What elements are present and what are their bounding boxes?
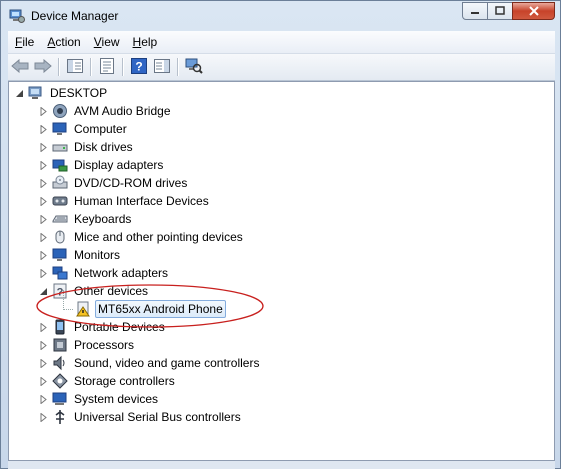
- menu-file[interactable]: File: [8, 35, 40, 49]
- expanded-arrow-icon[interactable]: [15, 89, 24, 98]
- collapsed-arrow-icon[interactable]: [39, 322, 48, 332]
- tree-item-network-adapters[interactable]: Network adapters: [39, 264, 170, 282]
- tree-item-disk-drives[interactable]: Disk drives: [39, 138, 135, 156]
- tree-item-avm-audio-bridge[interactable]: AVM Audio Bridge: [39, 102, 173, 120]
- tree-root-label: DESKTOP: [50, 86, 108, 100]
- title-bar[interactable]: Device Manager: [1, 1, 560, 31]
- collapsed-arrow-icon[interactable]: [39, 412, 48, 422]
- tree-item-system-devices[interactable]: System devices: [39, 390, 160, 408]
- collapsed-arrow-icon[interactable]: [39, 214, 48, 224]
- collapsed-arrow-icon[interactable]: [39, 196, 48, 206]
- window-title: Device Manager: [31, 9, 119, 23]
- collapsed-arrow-icon[interactable]: [39, 142, 48, 152]
- computer-icon: [28, 85, 44, 101]
- show-hide-console-tree-button[interactable]: [64, 56, 86, 78]
- processor-icon: [52, 337, 68, 353]
- toolbar-separator: [177, 58, 178, 76]
- tree-item-mice[interactable]: Mice and other pointing devices: [39, 228, 245, 246]
- show-hide-console-tree-icon: [67, 58, 83, 76]
- tree-connector-line: [63, 290, 65, 310]
- menu-view[interactable]: View: [87, 35, 126, 49]
- action-pane-icon: [154, 58, 170, 76]
- toolbar-separator: [58, 58, 59, 76]
- back-arrow-icon: [11, 58, 29, 76]
- tree-item-portable-devices[interactable]: Portable Devices: [39, 318, 167, 336]
- toolbar-separator: [90, 58, 91, 76]
- tree-item-display-adapters[interactable]: Display adapters: [39, 156, 165, 174]
- tree-item-processors[interactable]: Processors: [39, 336, 136, 354]
- expanded-arrow-icon[interactable]: [39, 287, 48, 296]
- collapsed-arrow-icon[interactable]: [39, 340, 48, 350]
- window-controls: [462, 2, 555, 20]
- selected-device-label: MT65xx Android Phone: [95, 300, 226, 318]
- tree-item-other-devices[interactable]: ? Other devices: [39, 282, 150, 300]
- collapsed-arrow-icon[interactable]: [39, 178, 48, 188]
- system-device-icon: [52, 391, 68, 407]
- tree-item-monitors[interactable]: Monitors: [39, 246, 122, 264]
- action-pane-button[interactable]: [151, 56, 173, 78]
- scan-hardware-button[interactable]: [183, 56, 205, 78]
- back-button[interactable]: [9, 56, 31, 78]
- menu-help[interactable]: Help: [126, 35, 164, 49]
- collapsed-arrow-icon[interactable]: [39, 250, 48, 260]
- help-button[interactable]: ?: [128, 56, 150, 78]
- tree-root[interactable]: DESKTOP: [15, 84, 109, 102]
- properties-button[interactable]: [96, 56, 118, 78]
- menu-action[interactable]: Action: [40, 35, 86, 49]
- tree-item-keyboards[interactable]: Keyboards: [39, 210, 133, 228]
- display-adapter-icon: [52, 157, 68, 173]
- close-button[interactable]: [512, 2, 555, 20]
- tree-item-human-interface-devices[interactable]: Human Interface Devices: [39, 192, 211, 210]
- hid-icon: [52, 193, 68, 209]
- warning-device-icon: [75, 301, 91, 317]
- storage-controller-icon: [52, 373, 68, 389]
- collapsed-arrow-icon[interactable]: [39, 268, 48, 278]
- speaker-icon: [52, 103, 68, 119]
- collapsed-arrow-icon[interactable]: [39, 376, 48, 386]
- tree-item-storage-controllers[interactable]: Storage controllers: [39, 372, 177, 390]
- toolbar: ?: [8, 54, 555, 81]
- device-manager-icon: [9, 8, 25, 24]
- unknown-device-icon: ?: [52, 283, 68, 299]
- tree-item-dvd-cd-rom-drives[interactable]: DVD/CD-ROM drives: [39, 174, 189, 192]
- device-manager-window: Device Manager File Action View Help ? D…: [0, 0, 561, 469]
- monitor-icon: [52, 121, 68, 137]
- portable-device-icon: [52, 319, 68, 335]
- collapsed-arrow-icon[interactable]: [39, 160, 48, 170]
- optical-drive-icon: [52, 175, 68, 191]
- help-icon: ?: [131, 57, 147, 77]
- tree-connector-line: [63, 309, 73, 311]
- properties-icon: [100, 57, 114, 77]
- tree-item-computer[interactable]: Computer: [39, 120, 129, 138]
- toolbar-separator: [122, 58, 123, 76]
- scan-hardware-icon: [185, 58, 203, 77]
- tree-item-mt65xx-android-phone[interactable]: MT65xx Android Phone: [75, 300, 226, 318]
- minimize-button[interactable]: [462, 2, 488, 20]
- forward-button[interactable]: [32, 56, 54, 78]
- maximize-button[interactable]: [487, 2, 513, 20]
- svg-text:?: ?: [135, 59, 142, 73]
- monitor-icon: [52, 247, 68, 263]
- disk-drive-icon: [52, 139, 68, 155]
- collapsed-arrow-icon[interactable]: [39, 394, 48, 404]
- device-tree[interactable]: DESKTOP AVM Audio Bridge Computer Disk d…: [8, 81, 555, 461]
- tree-item-sound-video-game-controllers[interactable]: Sound, video and game controllers: [39, 354, 261, 372]
- forward-arrow-icon: [34, 58, 52, 76]
- network-adapter-icon: [52, 265, 68, 281]
- usb-icon: [52, 409, 68, 425]
- keyboard-icon: [52, 211, 68, 227]
- mouse-icon: [52, 229, 68, 245]
- status-bar: [8, 461, 555, 469]
- menu-bar: File Action View Help: [8, 31, 555, 54]
- collapsed-arrow-icon[interactable]: [39, 106, 48, 116]
- collapsed-arrow-icon[interactable]: [39, 358, 48, 368]
- sound-icon: [52, 355, 68, 371]
- tree-item-usb-controllers[interactable]: Universal Serial Bus controllers: [39, 408, 243, 426]
- collapsed-arrow-icon[interactable]: [39, 232, 48, 242]
- collapsed-arrow-icon[interactable]: [39, 124, 48, 134]
